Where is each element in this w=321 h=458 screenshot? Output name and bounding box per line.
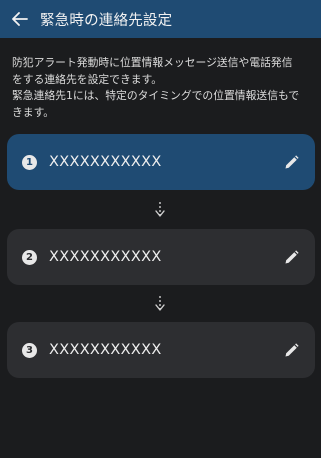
- contact-value: XXXXXXXXXXX: [49, 154, 162, 170]
- emergency-contact-3[interactable]: 3 XXXXXXXXXXX: [7, 322, 315, 378]
- pencil-icon: [285, 154, 299, 168]
- dotted-arrow-down-icon: [152, 200, 168, 220]
- edit-button[interactable]: [273, 144, 309, 180]
- contact-value: XXXXXXXXXXX: [49, 342, 162, 358]
- description-text: 防犯アラート発動時に位置情報メッセージ送信や電話発信 をする連絡先を設定できます…: [12, 56, 300, 119]
- page-title: 緊急時の連絡先設定: [40, 12, 173, 29]
- edit-button[interactable]: [273, 332, 309, 368]
- contact-number-badge: 2: [22, 249, 37, 265]
- app-bar: 緊急時の連絡先設定: [0, 0, 321, 38]
- emergency-contact-1[interactable]: 1 XXXXXXXXXXX: [7, 134, 315, 190]
- edit-button[interactable]: [273, 239, 309, 275]
- emergency-contact-2[interactable]: 2 XXXXXXXXXXX: [7, 229, 315, 285]
- pencil-icon: [285, 342, 299, 356]
- contact-value: XXXXXXXXXXX: [49, 249, 162, 265]
- dotted-arrow-down-icon: [152, 294, 168, 314]
- back-button[interactable]: [0, 0, 40, 38]
- contact-number-badge: 3: [22, 342, 37, 358]
- arrow-left-icon: [12, 12, 28, 26]
- contact-number-badge: 1: [22, 154, 37, 170]
- pencil-icon: [285, 249, 299, 263]
